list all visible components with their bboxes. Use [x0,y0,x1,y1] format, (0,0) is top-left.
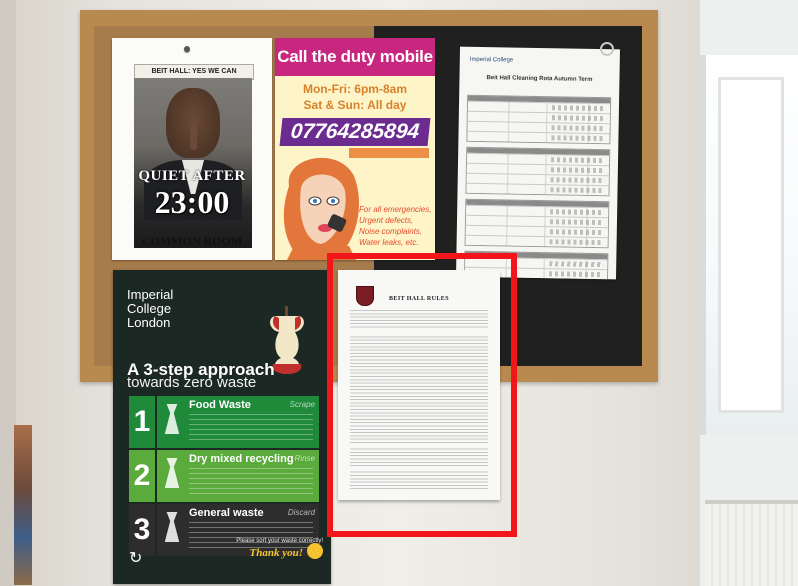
step-title: Dry mixed recycling [189,453,294,465]
duty-hours-weekday: Mon-Fri: 6pm-8am [302,82,407,96]
rota-title: Beit Hall Cleaning Rota Autumn Term [486,75,593,83]
bookshelf-edge [14,425,32,585]
waste-footer: Please sort your waste correctly! [236,538,323,544]
step-tag: Scrape [289,400,315,409]
duty-heading: Call the duty mobile [275,38,435,76]
step-text-lines [189,468,313,496]
step-panel: Dry mixed recycling Rinse [157,450,319,502]
duty-mobile-poster: Call the duty mobile Mon-Fri: 6pm-8am Sa… [275,38,435,260]
waste-step-2: 2 Dry mixed recycling Rinse [129,450,319,502]
step-text-lines [189,414,313,442]
rota-block [466,94,612,145]
step-number: 3 [129,504,155,556]
bulletin-board-photo: BEIT HALL: YES WE CAN QUIET AFTER 23:00 … [0,0,798,586]
quiet-hours-poster: BEIT HALL: YES WE CAN QUIET AFTER 23:00 … [112,38,272,260]
step-number: 1 [129,396,155,448]
quiet-after-text: QUIET AFTER [138,168,246,184]
step-panel: Food Waste Scrape [157,396,319,448]
duty-phone-number: 07764285894 [279,118,431,146]
smiley-icon [307,543,323,559]
step-number: 2 [129,450,155,502]
cleaning-rota-sheet: Imperial College Beit Hall Cleaning Rota… [456,46,620,280]
rota-org: Imperial College [469,56,514,64]
common-room-text: COMMON ROOM [141,234,243,248]
window [700,55,798,435]
highlight-box [327,253,517,537]
bin-icon [164,512,180,542]
step-title: Food Waste [189,399,251,411]
rota-block [465,146,611,197]
shush-finger [190,124,197,150]
waste-thanks: Thank you! [249,547,304,559]
step-title: General waste [189,507,264,519]
waste-step-1: 1 Food Waste Scrape [129,396,319,448]
imperial-logo-text: Imperial College London [127,287,174,330]
rota-block [464,198,610,249]
step-text-lines [189,522,313,550]
duty-hours-weekend: Sat & Sun: All day [303,98,407,112]
poster-photo [134,78,252,248]
duty-note: For all emergencies, Urgent defects, Noi… [359,205,432,247]
step-tag: Rinse [294,454,315,463]
cartoon-girl-illustration [283,157,359,260]
pin-icon [184,46,190,52]
step-tag: Discard [287,508,315,517]
zero-waste-poster: Imperial College London A 3-step approac… [113,270,331,584]
food-waste-icon [164,404,180,434]
waste-subtitle: towards zero waste [127,374,257,391]
recycle-arrow-icon: ↻ [129,550,143,567]
rota-table [463,94,612,280]
radiator [705,500,798,586]
recycling-icon [164,458,180,488]
quiet-time: 23:00 [154,184,230,220]
window-pane [718,77,784,413]
board-clip-icon [600,42,614,56]
